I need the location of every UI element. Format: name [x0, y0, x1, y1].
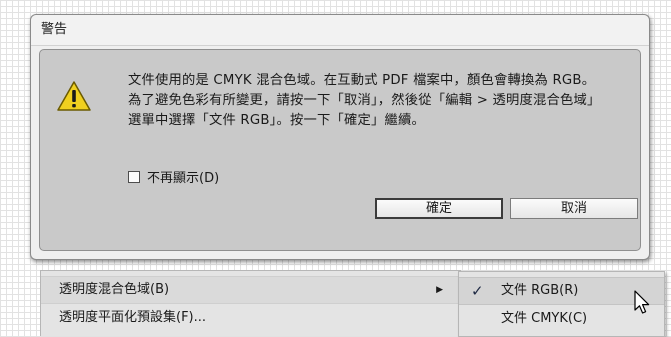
dont-show-again-row[interactable]: 不再顯示(D)	[128, 167, 219, 186]
submenu-item-label: 文件 CMYK(C)	[501, 311, 588, 326]
menu-item-transparency-flattener-presets[interactable]: 透明度平面化預設集(F)...	[41, 305, 461, 331]
menu-item-label: 透明度混合色域(B)	[59, 282, 170, 297]
dont-show-again-label[interactable]: 不再顯示(D)	[147, 167, 219, 186]
ok-button[interactable]: 確定	[375, 198, 503, 219]
dialog-message: 文件使用的是 CMYK 混合色域。在互動式 PDF 檔案中，顏色會轉換為 RGB…	[128, 73, 601, 128]
cancel-button[interactable]: 取消	[510, 198, 638, 219]
edit-menu: 透明度混合色域(B) ▶ 透明度平面化預設集(F)...	[40, 270, 461, 336]
warning-dialog: 警告 文件使用的是 CMYK 混合色域。在互動式 PDF 檔案中，顏色會轉換為 …	[30, 14, 650, 260]
mouse-pointer-icon	[634, 290, 650, 314]
menu-item-label: 透明度平面化預設集(F)...	[59, 310, 207, 325]
checkmark-icon: ✓	[471, 282, 484, 300]
dont-show-again-checkbox[interactable]	[128, 170, 140, 183]
submenu-arrow-icon: ▶	[436, 285, 443, 295]
dialog-title: 警告	[31, 15, 649, 46]
dialog-content: 文件使用的是 CMYK 混合色域。在互動式 PDF 檔案中，顏色會轉換為 RGB…	[39, 49, 641, 251]
warning-icon	[57, 81, 91, 111]
menu-item-transparency-blend-space[interactable]: 透明度混合色域(B) ▶	[41, 276, 461, 304]
submenu-item-label: 文件 RGB(R)	[501, 283, 579, 298]
